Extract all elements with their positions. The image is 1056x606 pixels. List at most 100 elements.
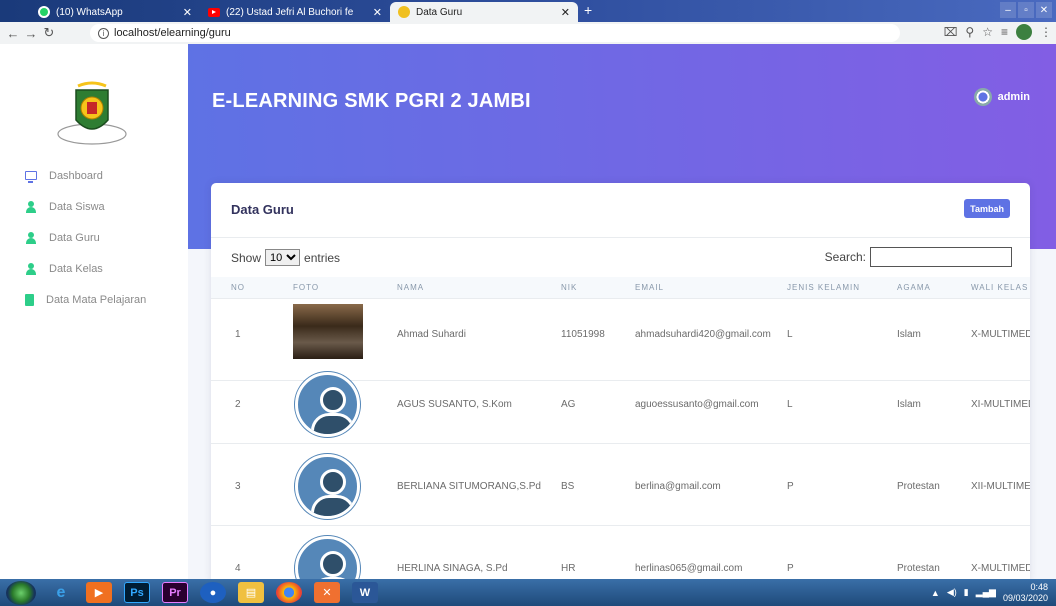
browser-tab-bar: (10) WhatsApp ✕ (22) Ustad Jefri Al Buch… [0, 0, 1056, 22]
windows-taskbar: e ▶ Ps Pr ● ▤ ✕ W ▲ ◀) ▮ ▂▄▆ 0:48 09/03/… [0, 579, 1056, 606]
translate-icon[interactable]: ⌧ [944, 25, 958, 39]
profile-icon[interactable] [1016, 24, 1032, 40]
sidebar-item-data-siswa[interactable]: Data Siswa [0, 191, 188, 222]
info-icon[interactable]: i [98, 27, 109, 39]
close-window-icon[interactable]: ✕ [1036, 2, 1052, 18]
sidebar-item-data-mata-pelajaran[interactable]: Data Mata Pelajaran [0, 284, 188, 315]
ie-icon[interactable]: e [48, 582, 74, 603]
cell-jenis-kelamin: L [787, 399, 793, 410]
tab-youtube[interactable]: (22) Ustad Jefri Al Buchori fe ✕ [200, 2, 390, 22]
sidebar-item-dashboard[interactable]: Dashboard [0, 160, 188, 191]
cell-nama: AGUS SUSANTO, S.Kom [397, 399, 512, 410]
back-icon[interactable]: ← [4, 26, 22, 41]
tray-arrow-icon[interactable]: ▲ [931, 588, 940, 598]
maximize-icon[interactable]: ▫ [1018, 2, 1034, 18]
file-explorer-icon[interactable]: ▤ [238, 582, 264, 603]
tab-whatsapp[interactable]: (10) WhatsApp ✕ [30, 2, 200, 22]
browser-actions: ⌧ ⚲ ☆ ≡ ⋮ [944, 24, 1052, 40]
tab-label: (10) WhatsApp [56, 6, 123, 18]
table-header: NO FOTO NAMA NIK EMAIL JENIS KELAMIN AGA… [211, 277, 1030, 299]
close-tab-icon[interactable]: ✕ [183, 6, 192, 19]
cell-email: ahmadsuhardi420@gmail.com [635, 329, 771, 340]
column-header-agama[interactable]: AGAMA [897, 283, 931, 292]
tambah-button[interactable]: Tambah [964, 199, 1010, 218]
zoom-icon[interactable]: ⚲ [965, 25, 974, 39]
word-icon[interactable]: W [352, 582, 378, 603]
cell-no: 3 [235, 481, 241, 492]
cell-nik: HR [561, 563, 576, 574]
tab-label: (22) Ustad Jefri Al Buchori fe [226, 6, 354, 18]
power-icon[interactable]: ▮ [964, 587, 969, 598]
teacher-photo [293, 304, 363, 359]
sidebar-item-label: Data Kelas [49, 262, 103, 275]
card-title: Data Guru [231, 202, 294, 217]
chrome-icon[interactable] [276, 582, 302, 603]
cell-no: 2 [235, 399, 241, 410]
page-length-control: Show 10 entries [231, 249, 340, 266]
cell-wali-kelas: X-MULTIMEDIA [971, 329, 1030, 340]
site-favicon [398, 6, 410, 18]
sidebar-item-data-guru[interactable]: Data Guru [0, 222, 188, 253]
cell-wali-kelas: X-MULTIMEDIA [971, 563, 1030, 574]
sidebar-item-label: Data Siswa [49, 200, 105, 213]
volume-icon[interactable]: ◀) [947, 587, 957, 598]
user-menu[interactable]: admin [973, 88, 1030, 106]
xampp-icon[interactable]: ✕ [314, 582, 340, 603]
youtube-icon [208, 7, 220, 17]
bookmark-star-icon[interactable]: ☆ [982, 25, 993, 39]
column-header-nik[interactable]: NIK [561, 283, 577, 292]
column-header-wali-kelas[interactable]: WALI KELAS [971, 283, 1028, 292]
column-header-nama[interactable]: NAMA [397, 283, 424, 292]
premiere-icon[interactable]: Pr [162, 582, 188, 603]
sidebar-item-label: Data Mata Pelajaran [46, 293, 147, 306]
address-bar: ← → ↻ i localhost/elearning/guru ⌧ ⚲ ☆ ≡… [0, 22, 1056, 44]
start-button-icon[interactable] [6, 580, 36, 605]
default-avatar-icon [295, 454, 360, 519]
media-player-icon[interactable]: ▶ [86, 582, 112, 603]
cell-wali-kelas: XII-MULTIMEDIA [971, 481, 1030, 492]
column-header-no[interactable]: NO [231, 283, 245, 292]
close-tab-icon[interactable]: ✕ [561, 6, 570, 19]
column-header-email[interactable]: EMAIL [635, 283, 664, 292]
menu-icon[interactable]: ⋮ [1040, 25, 1052, 39]
table-row: 4 HERLINA SINAGA, S.Pd HR herlinas065@gm… [211, 527, 1030, 583]
cell-email: herlinas065@gmail.com [635, 563, 743, 574]
column-header-jenis-kelamin[interactable]: JENIS KELAMIN [787, 283, 860, 292]
cell-nama: HERLINA SINAGA, S.Pd [397, 563, 508, 574]
monitor-icon [25, 171, 37, 183]
book-icon [25, 293, 34, 306]
clock[interactable]: 0:48 09/03/2020 [1003, 582, 1048, 604]
search-control: Search: [825, 247, 1012, 267]
close-tab-icon[interactable]: ✕ [373, 6, 382, 19]
avatar [973, 88, 992, 106]
url-input[interactable]: i localhost/elearning/guru [90, 24, 900, 42]
cell-agama: Islam [897, 329, 921, 340]
firefox-icon[interactable]: ● [200, 582, 226, 603]
cell-agama: Protestan [897, 563, 940, 574]
column-header-foto[interactable]: FOTO [293, 283, 319, 292]
table-row: 3 BERLIANA SITUMORANG,S.Pd BS berlina@gm… [211, 445, 1030, 526]
photoshop-icon[interactable]: Ps [124, 582, 150, 603]
table-row: 2 AGUS SUSANTO, S.Kom AG aguoessusanto@g… [211, 363, 1030, 444]
sidebar-item-label: Dashboard [49, 169, 103, 182]
reload-icon[interactable]: ↻ [40, 25, 58, 41]
default-avatar-icon [295, 536, 360, 583]
cell-nama: BERLIANA SITUMORANG,S.Pd [397, 481, 541, 492]
network-icon[interactable]: ▂▄▆ [976, 587, 996, 598]
cell-no: 1 [235, 329, 241, 340]
search-input[interactable] [870, 247, 1012, 267]
new-tab-icon[interactable]: + [584, 2, 592, 18]
forward-icon[interactable]: → [22, 26, 40, 41]
data-guru-card: Data Guru Tambah Show 10 entries Search:… [211, 183, 1030, 583]
cell-agama: Protestan [897, 481, 940, 492]
minimize-icon[interactable]: – [1000, 2, 1016, 18]
sidebar-item-data-kelas[interactable]: Data Kelas [0, 253, 188, 284]
system-tray: ▲ ◀) ▮ ▂▄▆ 0:48 09/03/2020 [931, 579, 1048, 606]
user-name: admin [997, 91, 1030, 103]
page-length-select[interactable]: 10 [265, 249, 301, 266]
tab-data-guru[interactable]: Data Guru ✕ [390, 2, 578, 22]
sidebar-menu: Dashboard Data Siswa Data Guru Data Kela… [0, 160, 188, 315]
sidebar-item-label: Data Guru [49, 231, 100, 244]
extensions-icon[interactable]: ≡ [1001, 25, 1008, 39]
cell-nama: Ahmad Suhardi [397, 329, 466, 340]
